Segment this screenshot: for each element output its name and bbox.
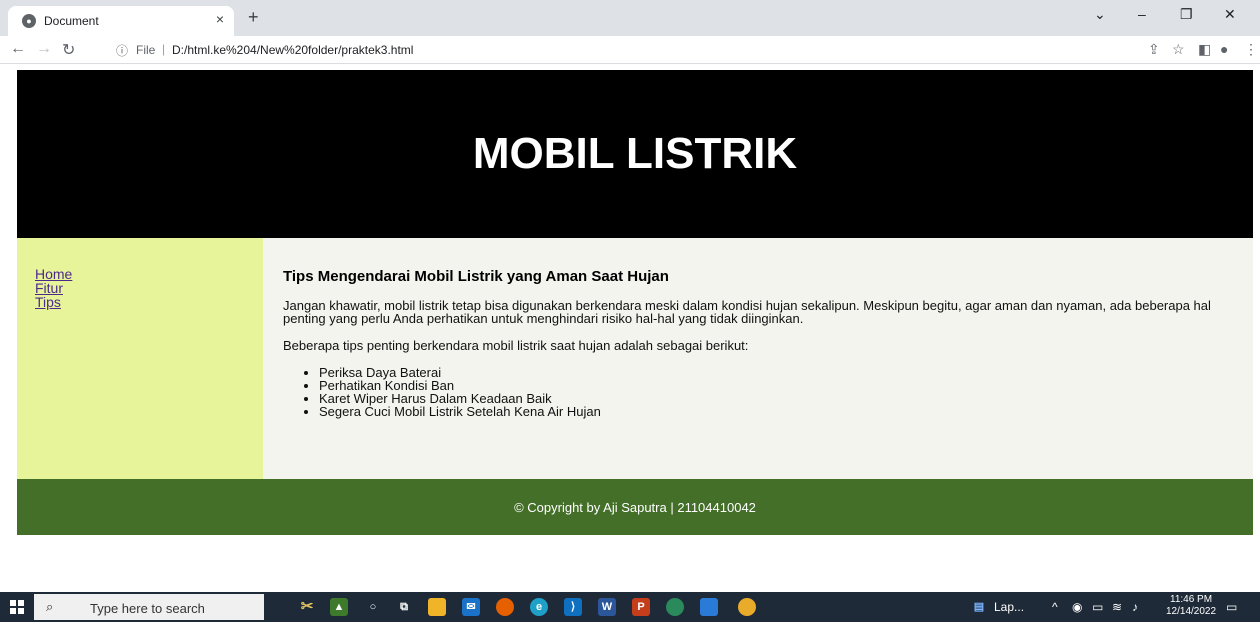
taskbar: ⌕ Type here to search ✂ ▲ ○ ⧉ ✉ e ⟩ W P … <box>0 592 1260 622</box>
share-icon[interactable]: ⇪ <box>1148 41 1160 58</box>
address-bar[interactable]: ⓘ File | D:/html.ke%204/New%20folder/pra… <box>106 38 1130 62</box>
close-icon[interactable]: ✕ <box>1224 6 1236 23</box>
tab-document[interactable]: ● Document × <box>8 6 234 36</box>
new-tab-button[interactable]: + <box>248 7 259 28</box>
page-header: MOBIL LISTRIK <box>17 70 1253 238</box>
vscode-icon[interactable]: ⟩ <box>564 598 582 616</box>
globe-icon: ● <box>22 14 36 28</box>
search-icon: ⌕ <box>46 599 54 614</box>
copyright-text: © Copyright by Aji Saputra | 21104410042 <box>514 499 756 515</box>
word-icon[interactable]: W <box>598 598 616 616</box>
powerpoint-icon[interactable]: P <box>632 598 650 616</box>
firefox-icon[interactable] <box>496 598 514 616</box>
snip-tool-icon[interactable]: ✂ <box>298 598 316 616</box>
info-icon[interactable]: ⓘ <box>116 42 128 59</box>
article-paragraph: Beberapa tips penting berkendara mobil l… <box>283 338 749 353</box>
task-view-icon[interactable]: ⧉ <box>395 598 413 616</box>
nav-link-home[interactable]: Home <box>35 267 263 281</box>
bookmark-star-icon[interactable]: ☆ <box>1172 41 1185 58</box>
volume-icon[interactable]: ♪ <box>1132 600 1138 614</box>
url-text[interactable]: D:/html.ke%204/New%20folder/praktek3.htm… <box>172 43 413 57</box>
chevron-down-icon[interactable]: ⌄ <box>1094 6 1106 23</box>
article-heading: Tips Mengendarai Mobil Listrik yang Aman… <box>283 268 669 285</box>
profile-icon[interactable]: ● <box>1220 41 1228 57</box>
clock-date: 12/14/2022 <box>1166 606 1217 617</box>
nav-link-fitur[interactable]: Fitur <box>35 281 263 295</box>
side-panel-icon[interactable]: ◧ <box>1198 41 1211 58</box>
chevron-up-icon[interactable]: ^ <box>1052 600 1058 614</box>
photos-icon[interactable] <box>700 598 718 616</box>
reload-icon[interactable]: ↻ <box>62 40 75 60</box>
tab-strip: ● Document × + ⌄ – ❐ ✕ <box>0 0 1260 36</box>
battery-icon[interactable]: ▭ <box>1092 600 1103 614</box>
page-footer: © Copyright by Aji Saputra | 21104410042 <box>17 479 1253 535</box>
page-title: MOBIL LISTRIK <box>472 129 798 178</box>
network-icon[interactable]: ◉ <box>1072 600 1082 614</box>
mail-icon[interactable]: ✉ <box>462 598 480 616</box>
search-placeholder: Type here to search <box>90 601 205 616</box>
url-separator: | <box>162 42 166 56</box>
web-page: MOBIL LISTRIK Home Fitur Tips Tips Menge… <box>17 70 1253 535</box>
notification-icon[interactable]: ▭ <box>1226 600 1237 614</box>
forward-icon[interactable]: → <box>36 40 52 58</box>
article: Tips Mengendarai Mobil Listrik yang Aman… <box>263 238 1253 479</box>
clock-time: 11:46 PM <box>1170 594 1213 605</box>
edge-icon[interactable]: e <box>530 598 548 616</box>
restore-icon[interactable]: ❐ <box>1180 6 1193 23</box>
sidebar-nav: Home Fitur Tips <box>17 238 263 479</box>
document-icon[interactable]: ▤ <box>970 598 988 616</box>
list-item: Periksa Daya Baterai <box>319 366 1233 379</box>
wifi-icon[interactable]: ≋ <box>1112 600 1122 614</box>
url-file-label: File <box>136 43 156 57</box>
nav-link-tips[interactable]: Tips <box>35 295 263 309</box>
minimize-icon[interactable]: – <box>1138 6 1146 22</box>
list-item: Segera Cuci Mobil Listrik Setelah Kena A… <box>319 405 1233 418</box>
chrome-icon[interactable] <box>738 598 756 616</box>
taskbar-search[interactable]: ⌕ Type here to search <box>34 594 264 620</box>
taskbar-app-label[interactable]: Lap... <box>994 600 1024 614</box>
file-explorer-icon[interactable] <box>428 598 446 616</box>
article-paragraph: Jangan khawatir, mobil listrik tetap bis… <box>283 298 1211 326</box>
app-icon[interactable]: ▲ <box>330 598 348 616</box>
menu-kebab-icon[interactable]: ⋮ <box>1244 41 1258 58</box>
page-body: Home Fitur Tips Tips Mengendarai Mobil L… <box>17 238 1253 479</box>
windows-start-icon[interactable] <box>10 600 24 614</box>
cortana-icon[interactable]: ○ <box>364 598 382 616</box>
back-icon[interactable]: ← <box>10 40 26 58</box>
tab-close-icon[interactable]: × <box>216 11 224 27</box>
tab-title: Document <box>44 14 99 28</box>
app-icon-green[interactable] <box>666 598 684 616</box>
tips-list: Periksa Daya Baterai Perhatikan Kondisi … <box>319 366 1233 418</box>
system-clock[interactable]: 11:46 PM 12/14/2022 <box>1166 594 1216 618</box>
browser-toolbar: ← → ↻ ⓘ File | D:/html.ke%204/New%20fold… <box>0 36 1260 64</box>
